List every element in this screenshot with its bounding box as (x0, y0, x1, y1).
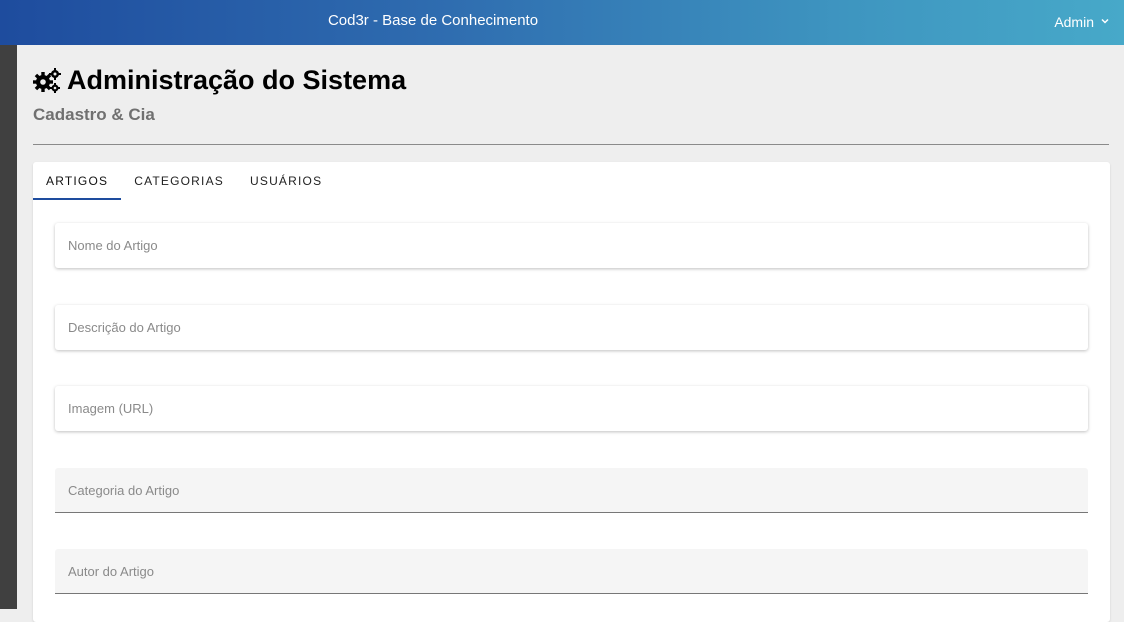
tab-bar: ARTIGOS CATEGORIAS USUÁRIOS (33, 162, 335, 200)
page-title: Administração do Sistema (33, 65, 406, 96)
main-content: Administração do Sistema Cadastro & Cia … (17, 45, 1124, 622)
article-category-select[interactable] (55, 468, 1088, 512)
user-name: Admin (1054, 14, 1094, 30)
article-name-input[interactable] (55, 223, 1088, 268)
article-description-field (55, 305, 1088, 350)
app-title: Cod3r - Base de Conhecimento (327, 12, 539, 29)
page-title-text: Administração do Sistema (67, 65, 407, 95)
article-image-field (55, 386, 1088, 431)
tab-usuarios[interactable]: USUÁRIOS (237, 162, 335, 200)
app-header: Cod3r - Base de Conhecimento Admin (0, 0, 1124, 45)
cogs-icon (33, 67, 61, 93)
user-dropdown[interactable]: Admin (1054, 0, 1110, 45)
article-author-select[interactable] (55, 549, 1088, 593)
article-category-field (55, 468, 1088, 513)
article-name-field (55, 223, 1088, 268)
admin-card: ARTIGOS CATEGORIAS USUÁRIOS (33, 162, 1110, 622)
page-subtitle: Cadastro & Cia (33, 105, 155, 124)
tab-categorias[interactable]: CATEGORIAS (121, 162, 237, 200)
side-rail (0, 45, 17, 609)
article-image-input[interactable] (55, 386, 1088, 431)
chevron-down-icon (1101, 18, 1109, 24)
tab-artigos[interactable]: ARTIGOS (33, 162, 122, 200)
divider (33, 144, 1109, 145)
article-description-input[interactable] (55, 305, 1088, 350)
article-author-field (55, 549, 1088, 594)
